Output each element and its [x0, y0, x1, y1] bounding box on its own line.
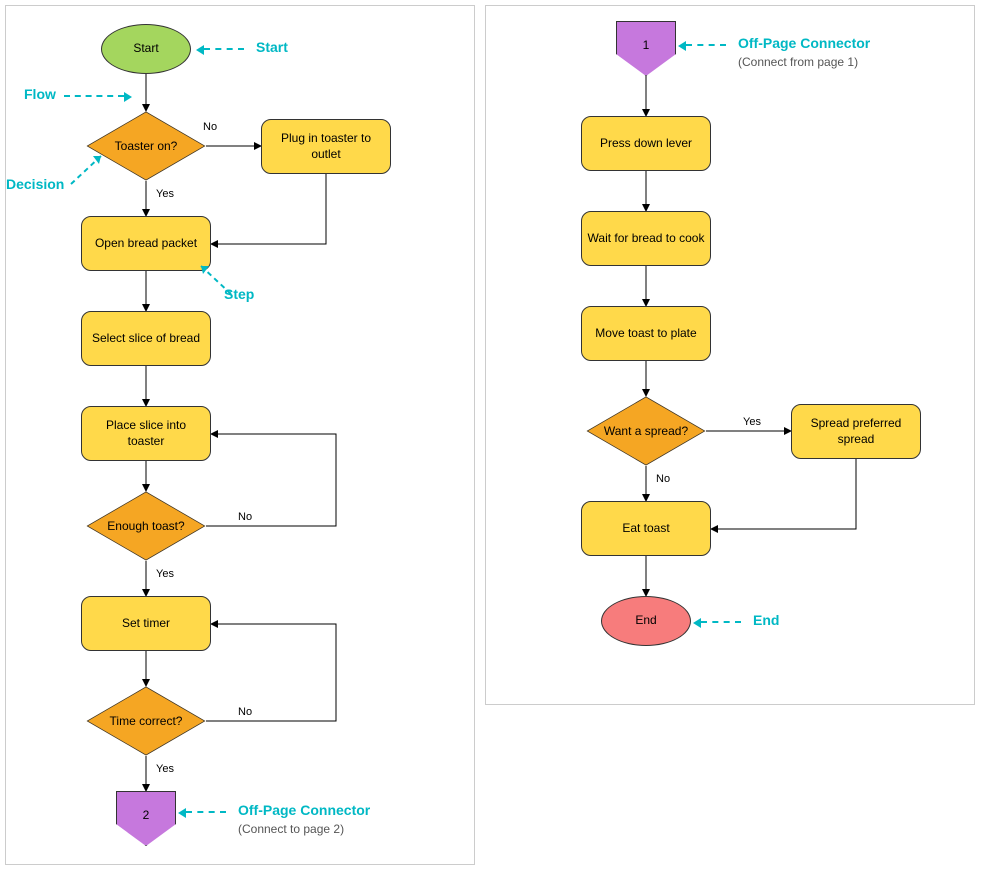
process-spread-label: Spread preferred spread [796, 416, 916, 447]
process-eat-toast: Eat toast [581, 501, 711, 556]
process-wait-cook: Wait for bread to cook [581, 211, 711, 266]
connectors-page-2 [486, 6, 976, 706]
process-spread: Spread preferred spread [791, 404, 921, 459]
edge-label-no-2: No [236, 511, 254, 523]
offpage-connector-1-label: 1 [616, 21, 676, 76]
annotation-dash-end [701, 621, 741, 623]
annotation-offpage-1-sub: (Connect to page 2) [238, 822, 344, 836]
start-label: Start [133, 41, 158, 57]
annotation-dash-offpage-2 [686, 44, 726, 46]
process-place-slice: Place slice into toaster [81, 406, 211, 461]
annotation-decision: Decision [6, 176, 64, 192]
process-plug-toaster: Plug in toaster to outlet [261, 119, 391, 174]
process-wait-cook-label: Wait for bread to cook [588, 231, 705, 247]
decision-time-correct: Time correct? [86, 686, 206, 756]
end-label: End [635, 613, 656, 629]
edge-label-yes: Yes [154, 188, 176, 200]
decision-want-spread-label: Want a spread? [586, 396, 706, 466]
decision-time-correct-label: Time correct? [86, 686, 206, 756]
start-terminator: Start [101, 24, 191, 74]
edge-label-no-spread: No [654, 473, 672, 485]
process-plug-toaster-label: Plug in toaster to outlet [266, 131, 386, 162]
annotation-offpage-2: Off-Page Connector [738, 35, 870, 51]
process-press-lever: Press down lever [581, 116, 711, 171]
edge-label-yes-2: Yes [154, 568, 176, 580]
offpage-connector-1: 1 [616, 21, 676, 76]
annotation-flow: Flow [24, 86, 56, 102]
offpage-connector-2: 2 [116, 791, 176, 846]
process-set-timer: Set timer [81, 596, 211, 651]
process-eat-toast-label: Eat toast [622, 521, 669, 537]
process-select-slice: Select slice of bread [81, 311, 211, 366]
edge-label-yes-spread: Yes [741, 416, 763, 428]
annotation-start: Start [256, 39, 288, 55]
process-move-plate: Move toast to plate [581, 306, 711, 361]
page-2: 1 Press down lever Wait for bread to coo… [485, 5, 975, 705]
end-terminator: End [601, 596, 691, 646]
decision-want-spread: Want a spread? [586, 396, 706, 466]
process-set-timer-label: Set timer [122, 616, 170, 632]
process-select-slice-label: Select slice of bread [92, 331, 200, 347]
connectors-page-1 [6, 6, 476, 866]
page-1: Start Toaster on? No Yes Plug in toaster… [5, 5, 475, 865]
annotation-dash-flow [64, 95, 124, 97]
edge-label-yes-3: Yes [154, 763, 176, 775]
annotation-end: End [753, 612, 779, 628]
edge-label-no: No [201, 121, 219, 133]
process-press-lever-label: Press down lever [600, 136, 692, 152]
annotation-dash-offpage-1 [186, 811, 226, 813]
offpage-connector-2-label: 2 [116, 791, 176, 846]
process-open-packet-label: Open bread packet [95, 236, 197, 252]
annotation-offpage-1: Off-Page Connector [238, 802, 370, 818]
process-place-slice-label: Place slice into toaster [86, 418, 206, 449]
annotation-dash-start [204, 48, 244, 50]
annotation-dash-decision [61, 146, 111, 186]
annotation-offpage-2-sub: (Connect from page 1) [738, 55, 858, 69]
decision-enough-toast-label: Enough toast? [86, 491, 206, 561]
decision-enough-toast: Enough toast? [86, 491, 206, 561]
annotation-step: Step [224, 286, 254, 302]
edge-label-no-3: No [236, 706, 254, 718]
process-move-plate-label: Move toast to plate [595, 326, 696, 342]
